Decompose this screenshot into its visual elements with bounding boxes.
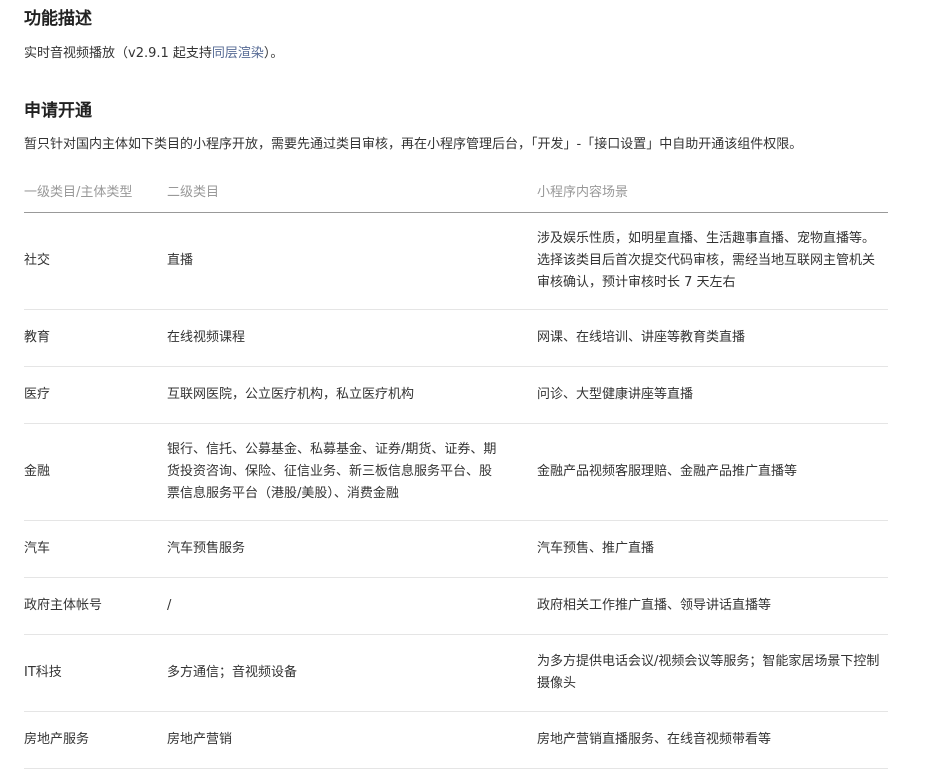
cell-primary: 房地产服务: [24, 711, 167, 769]
function-heading: 功能描述: [24, 9, 92, 29]
table-row: 医疗 互联网医院，公立医疗机构，私立医疗机构 问诊、大型健康讲座等直播: [24, 366, 888, 424]
doc-page: 功能描述 实时音视频播放（v2.9.1 起支持同层渲染）。 申请开通 暂只针对国…: [0, 0, 926, 769]
category-table: 一级类目/主体类型 二级类目 小程序内容场景 社交 直播 涉及娱乐性质，如明星直…: [24, 170, 888, 769]
cell-scene: 金融产品视频客服理赔、金融产品推广直播等: [537, 423, 888, 521]
table-row: 汽车 汽车预售服务 汽车预售、推广直播: [24, 520, 888, 578]
cell-secondary: 房地产营销: [167, 711, 537, 769]
cell-secondary: 直播: [167, 212, 537, 310]
cell-primary: 汽车: [24, 520, 167, 578]
cell-scene: 涉及娱乐性质，如明星直播、生活趣事直播、宠物直播等。选择该类目后首次提交代码审核…: [537, 212, 888, 310]
apply-heading: 申请开通: [24, 101, 92, 121]
table-row: 教育 在线视频课程 网课、在线培训、讲座等教育类直播: [24, 309, 888, 367]
cell-secondary: 银行、信托、公募基金、私募基金、证券/期货、证券、期货投资咨询、保险、征信业务、…: [167, 423, 537, 521]
cell-secondary: 汽车预售服务: [167, 520, 537, 578]
table-row: IT科技 多方通信；音视频设备 为多方提供电话会议/视频会议等服务；智能家居场景…: [24, 634, 888, 712]
cell-secondary: /: [167, 577, 537, 635]
cell-scene: 房地产营销直播服务、在线音视频带看等: [537, 711, 888, 769]
function-text-end: ）。: [263, 46, 284, 61]
cell-primary: 医疗: [24, 366, 167, 424]
header-secondary-category: 二级类目: [167, 170, 537, 213]
cell-primary: 社交: [24, 212, 167, 310]
function-description: 实时音视频播放（v2.9.1 起支持同层渲染）。: [24, 45, 926, 63]
cell-secondary: 互联网医院，公立医疗机构，私立医疗机构: [167, 366, 537, 424]
apply-description: 暂只针对国内主体如下类目的小程序开放，需要先通过类目审核，再在小程序管理后台，「…: [24, 137, 803, 152]
cell-secondary: 在线视频课程: [167, 309, 537, 367]
cell-primary: IT科技: [24, 634, 167, 712]
same-layer-render-link[interactable]: 同层渲染: [212, 46, 264, 61]
function-text: 实时音视频播放（v2.9.1 起支持: [24, 46, 212, 61]
cell-scene: 政府相关工作推广直播、领导讲话直播等: [537, 577, 888, 635]
cell-primary: 政府主体帐号: [24, 577, 167, 635]
cell-primary: 教育: [24, 309, 167, 367]
cell-primary: 金融: [24, 423, 167, 521]
cell-scene: 问诊、大型健康讲座等直播: [537, 366, 888, 424]
cell-secondary: 多方通信；音视频设备: [167, 634, 537, 712]
header-content-scene: 小程序内容场景: [537, 170, 888, 213]
table-row: 金融 银行、信托、公募基金、私募基金、证券/期货、证券、期货投资咨询、保险、征信…: [24, 423, 888, 521]
cell-scene: 汽车预售、推广直播: [537, 520, 888, 578]
cell-scene: 为多方提供电话会议/视频会议等服务；智能家居场景下控制摄像头: [537, 634, 888, 712]
header-primary-category: 一级类目/主体类型: [24, 170, 167, 213]
table-header-row: 一级类目/主体类型 二级类目 小程序内容场景: [24, 170, 888, 213]
cell-scene: 网课、在线培训、讲座等教育类直播: [537, 309, 888, 367]
table-row: 房地产服务 房地产营销 房地产营销直播服务、在线音视频带看等: [24, 711, 888, 769]
table-row: 社交 直播 涉及娱乐性质，如明星直播、生活趣事直播、宠物直播等。选择该类目后首次…: [24, 212, 888, 310]
table-row: 政府主体帐号 / 政府相关工作推广直播、领导讲话直播等: [24, 577, 888, 635]
